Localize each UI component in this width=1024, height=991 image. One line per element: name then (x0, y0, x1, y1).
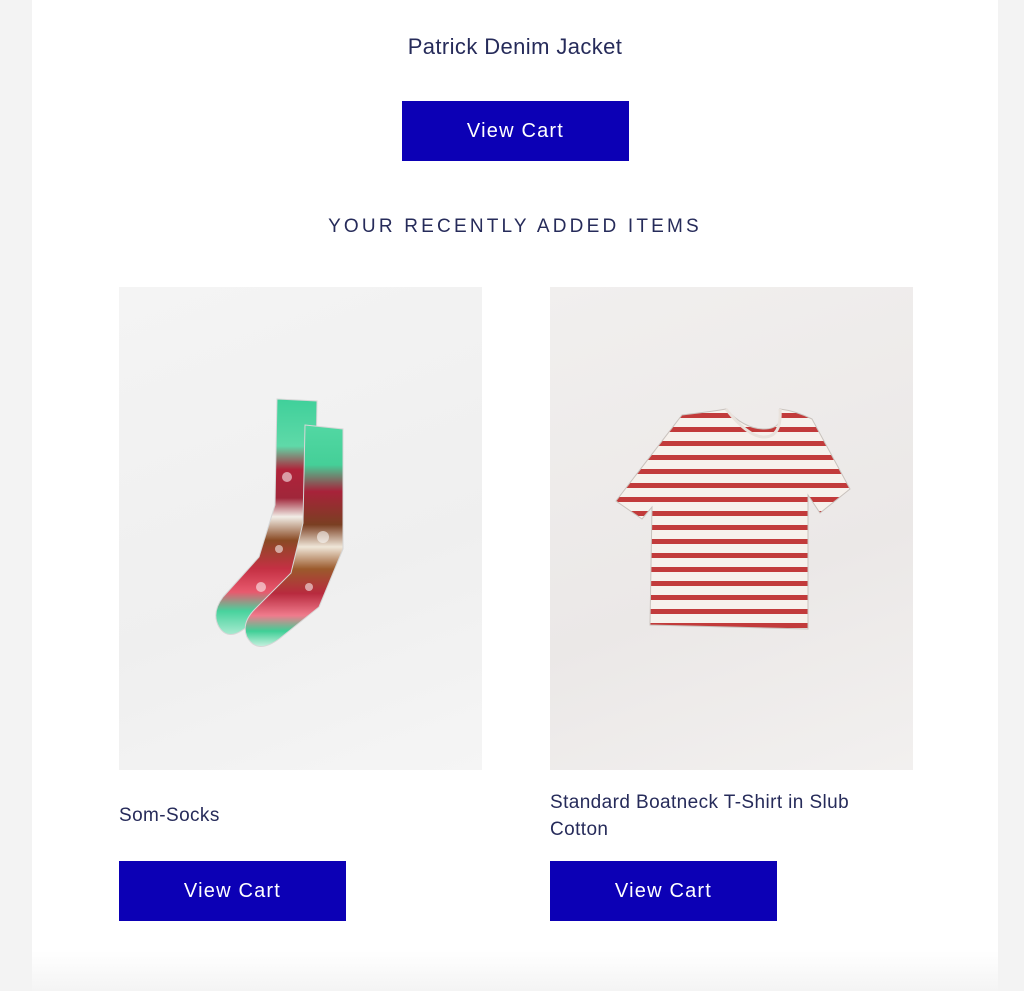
socks-view-cart-button[interactable]: View Cart (119, 861, 346, 921)
recently-added-heading: YOUR RECENTLY ADDED ITEMS (328, 216, 702, 237)
tie-dye-socks-image (215, 398, 344, 647)
footer-fade (32, 951, 998, 991)
hero-view-cart-button[interactable]: View Cart (402, 101, 629, 161)
tshirt-product-image[interactable] (550, 287, 913, 770)
socks-product-image[interactable] (119, 287, 482, 770)
socks-product-name[interactable]: Som-Socks (119, 802, 482, 829)
tshirt-product-name[interactable]: Standard Boatneck T-Shirt in Slub Cotton (550, 789, 913, 843)
email-card: Patrick Denim Jacket View Cart YOUR RECE… (32, 0, 998, 991)
hero-product-name: Patrick Denim Jacket (407, 34, 623, 59)
striped-tshirt-image (615, 408, 851, 630)
tshirt-view-cart-button[interactable]: View Cart (550, 861, 777, 921)
